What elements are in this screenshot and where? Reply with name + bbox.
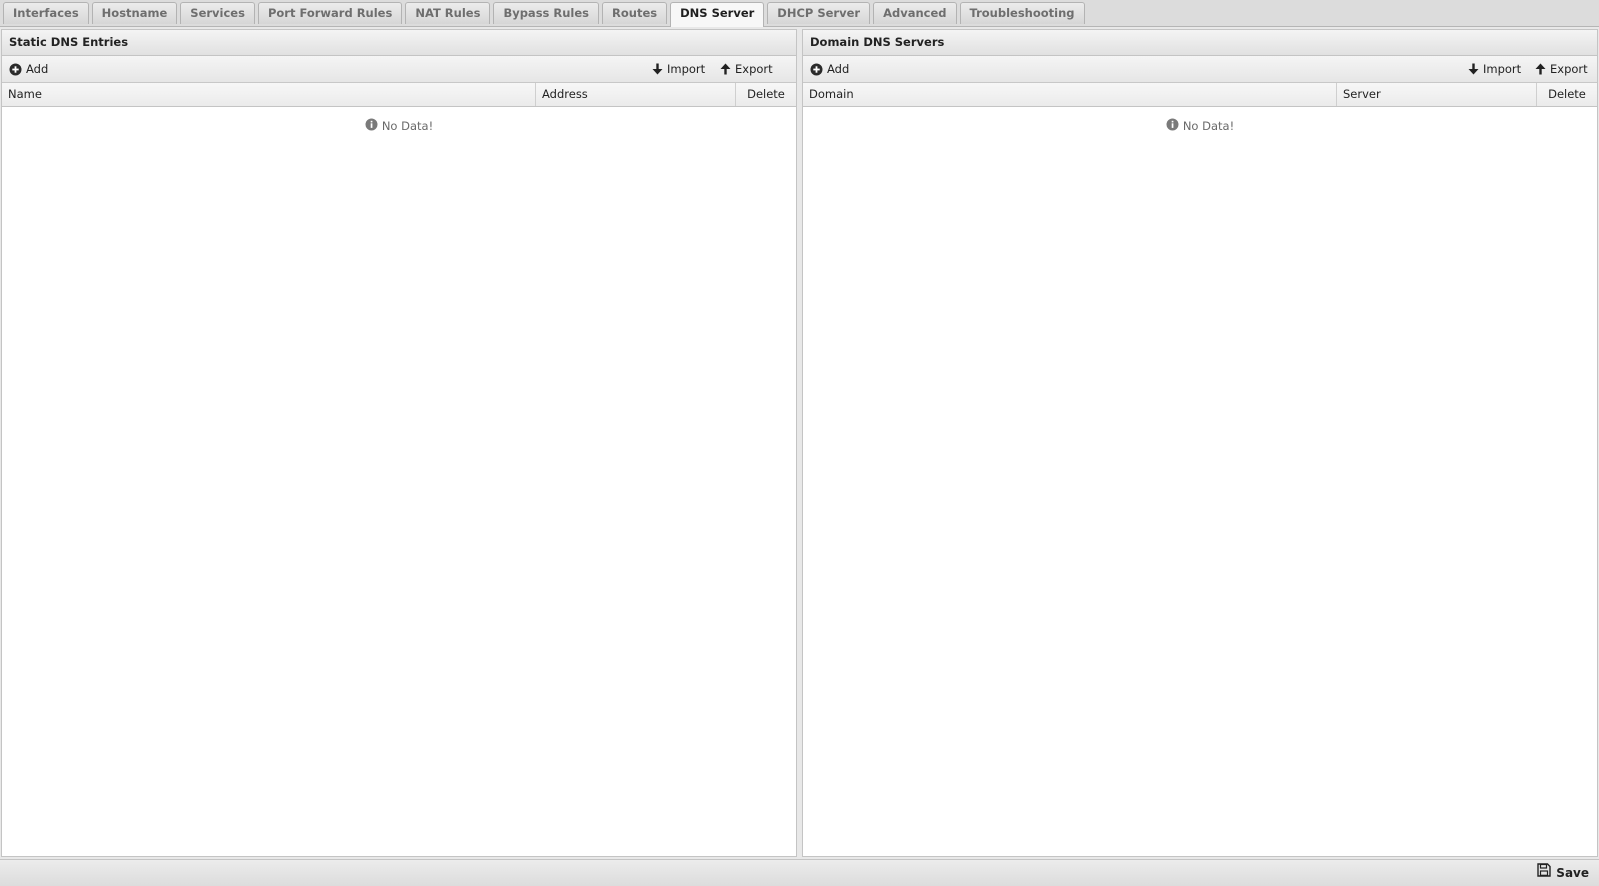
tab-services[interactable]: Services [180,2,255,24]
arrow-down-icon [1468,63,1479,75]
tab-bypass-rules[interactable]: Bypass Rules [493,2,600,24]
import-label: Import [1483,62,1522,76]
domain-dns-panel: Domain DNS Servers Add Import Export Dom… [802,29,1598,857]
arrow-up-icon [720,63,731,75]
tab-list: Interfaces Hostname Services Port Forwar… [3,2,1085,27]
tab-troubleshooting[interactable]: Troubleshooting [959,2,1085,24]
static-dns-grid-header: Name Address Delete [2,83,796,107]
info-circle-icon [365,118,378,134]
import-static-dns-button[interactable]: Import [652,56,705,82]
floppy-disk-icon [1537,860,1551,886]
domain-dns-grid-header: Domain Server Delete [803,83,1597,107]
column-header-server[interactable]: Server [1337,83,1537,106]
tab-port-forward-rules[interactable]: Port Forward Rules [257,2,403,24]
export-static-dns-button[interactable]: Export [720,56,773,82]
empty-text: No Data! [381,119,434,133]
tab-bar: Interfaces Hostname Services Port Forwar… [0,0,1599,27]
save-button[interactable]: Save [1537,860,1589,886]
arrow-down-icon [652,63,663,75]
export-domain-dns-button[interactable]: Export [1535,56,1588,82]
export-label: Export [735,62,773,76]
tab-routes[interactable]: Routes [602,2,668,24]
empty-state: No Data! [803,118,1597,134]
import-label: Import [667,62,706,76]
plus-circle-icon [810,63,823,76]
tab-dns-server[interactable]: DNS Server [670,2,765,27]
column-header-domain[interactable]: Domain [803,83,1337,106]
footer-bar: Save [0,859,1599,886]
tab-hostname[interactable]: Hostname [91,2,178,24]
add-domain-dns-button[interactable]: Add [810,56,849,82]
tab-nat-rules[interactable]: NAT Rules [405,2,491,24]
tab-interfaces[interactable]: Interfaces [3,2,89,24]
save-label: Save [1556,866,1589,880]
domain-dns-toolbar: Add Import Export [803,56,1597,83]
static-dns-toolbar: Add Import Export [2,56,796,83]
export-label: Export [1550,62,1588,76]
column-header-address[interactable]: Address [536,83,736,106]
add-static-dns-button[interactable]: Add [9,56,48,82]
info-circle-icon [1166,118,1179,134]
import-domain-dns-button[interactable]: Import [1468,56,1521,82]
add-label: Add [26,62,49,76]
empty-text: No Data! [1182,119,1235,133]
static-dns-panel: Static DNS Entries Add Import Export Nam… [1,29,797,857]
column-header-delete[interactable]: Delete [736,83,796,106]
column-header-delete[interactable]: Delete [1537,83,1597,106]
tab-dhcp-server[interactable]: DHCP Server [767,2,871,24]
add-label: Add [827,62,850,76]
panel-title: Static DNS Entries [2,30,796,56]
tab-advanced[interactable]: Advanced [873,2,957,24]
empty-state: No Data! [2,118,796,134]
arrow-up-icon [1535,63,1546,75]
plus-circle-icon [9,63,22,76]
panel-title: Domain DNS Servers [803,30,1597,56]
column-header-name[interactable]: Name [2,83,536,106]
